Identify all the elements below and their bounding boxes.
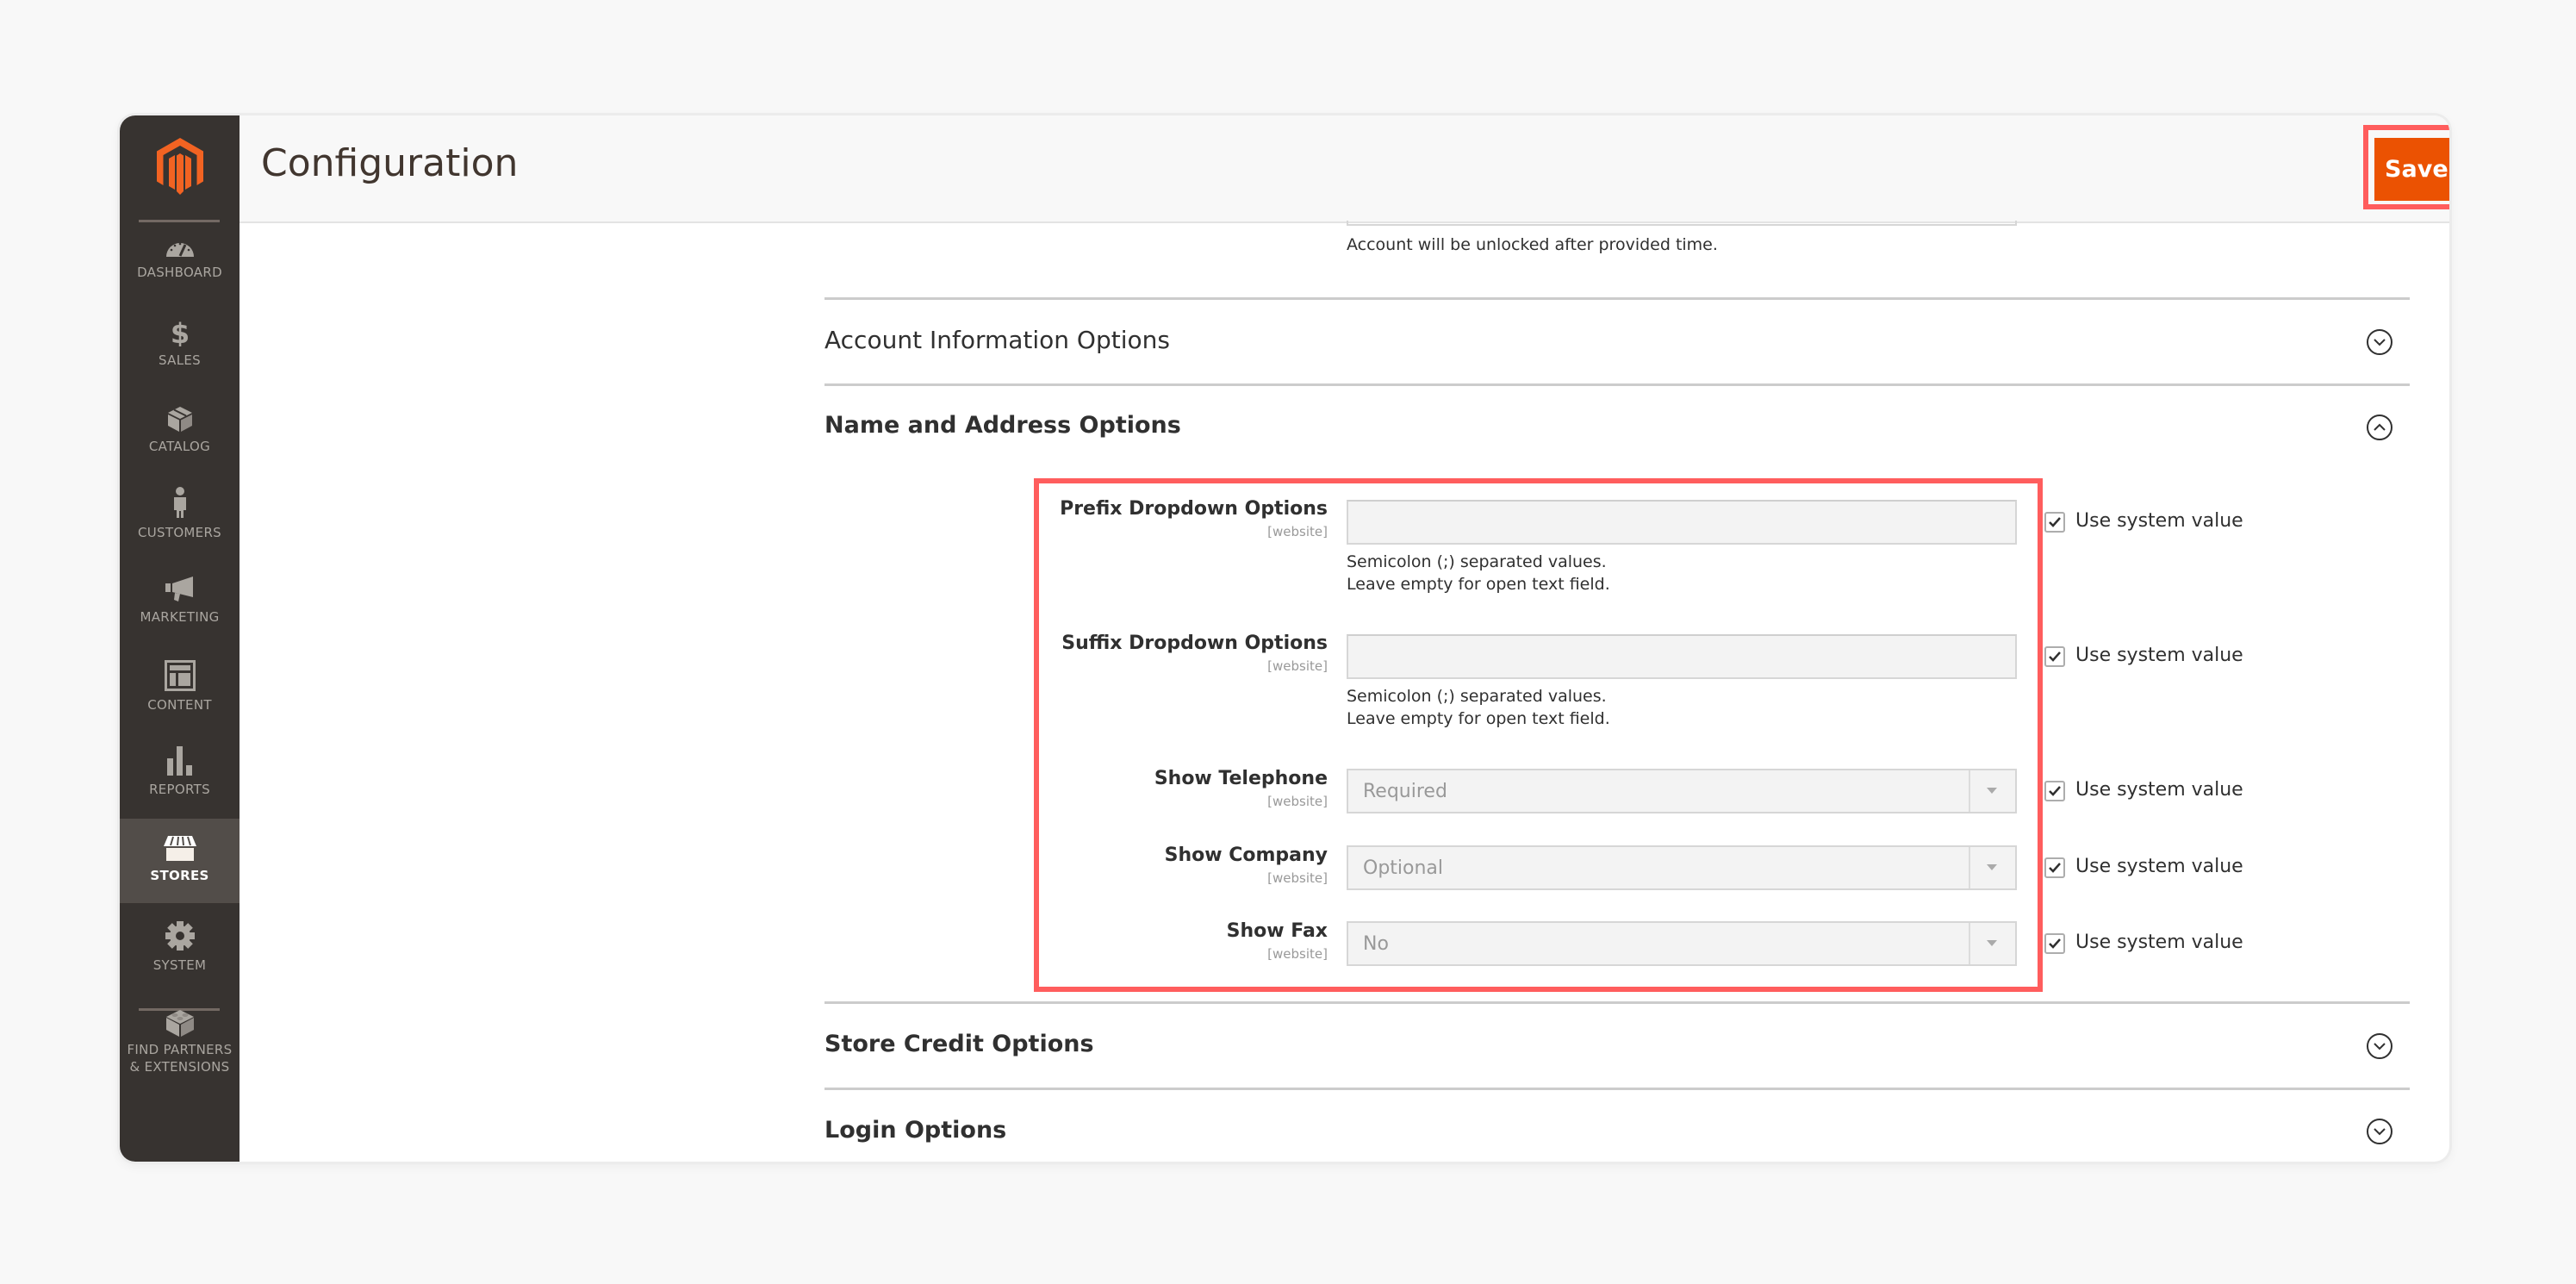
checkmark-icon bbox=[2049, 938, 2061, 949]
suffix-note-2: Leave empty for open text field. bbox=[1347, 709, 1610, 728]
config-content: Account will be unlocked after provided … bbox=[120, 115, 2449, 1162]
telephone-scope-label: [website] bbox=[1267, 794, 1328, 809]
caret-down-icon bbox=[1987, 940, 1997, 946]
chevron-down-icon[interactable] bbox=[2365, 1032, 2394, 1061]
checkmark-icon bbox=[2049, 863, 2061, 873]
prefix-note-2: Leave empty for open text field. bbox=[1347, 575, 1610, 594]
caret-down-icon bbox=[1987, 788, 1997, 794]
checkmark-icon bbox=[2049, 786, 2061, 796]
show-fax-label: Show Fax bbox=[1226, 920, 1328, 942]
admin-window: DASHBOARD $ SALES CATALOG CUSTOMERS MARK… bbox=[120, 115, 2449, 1162]
chevron-up-icon[interactable] bbox=[2365, 413, 2394, 442]
suffix-note-1: Semicolon (;) separated values. bbox=[1347, 687, 1607, 706]
lockout-note: Account will be unlocked after provided … bbox=[1347, 235, 1718, 254]
prefix-note-1: Semicolon (;) separated values. bbox=[1347, 552, 1607, 571]
company-use-system-value-checkbox[interactable] bbox=[2044, 857, 2065, 878]
section-name-and-address[interactable]: Name and Address Options bbox=[824, 412, 1181, 439]
checkmark-icon bbox=[2049, 651, 2061, 662]
section-divider bbox=[824, 1001, 2410, 1004]
show-company-value: Optional bbox=[1363, 857, 1444, 879]
dropdown-button[interactable] bbox=[1969, 770, 2015, 812]
show-fax-select[interactable]: No bbox=[1347, 921, 2017, 966]
chevron-down-icon[interactable] bbox=[2365, 1117, 2394, 1146]
fax-scope-label: [website] bbox=[1267, 946, 1328, 962]
checkmark-icon bbox=[2049, 517, 2061, 527]
caret-down-icon bbox=[1987, 864, 1997, 870]
dropdown-button[interactable] bbox=[1969, 847, 2015, 888]
show-telephone-label: Show Telephone bbox=[1154, 768, 1328, 789]
telephone-use-system-value-checkbox[interactable] bbox=[2044, 781, 2065, 801]
show-telephone-select[interactable]: Required bbox=[1347, 769, 2017, 813]
telephone-use-system-value-label[interactable]: Use system value bbox=[2075, 779, 2243, 801]
section-divider bbox=[824, 297, 2410, 300]
chevron-down-icon[interactable] bbox=[2365, 327, 2394, 357]
section-store-credit[interactable]: Store Credit Options bbox=[824, 1031, 1094, 1057]
dropdown-button[interactable] bbox=[1969, 923, 2015, 964]
suffix-scope-label: [website] bbox=[1267, 658, 1328, 674]
show-company-label: Show Company bbox=[1164, 845, 1328, 866]
suffix-use-system-value-label[interactable]: Use system value bbox=[2075, 645, 2243, 666]
section-divider bbox=[824, 1088, 2410, 1090]
company-scope-label: [website] bbox=[1267, 870, 1328, 886]
fax-use-system-value-label[interactable]: Use system value bbox=[2075, 932, 2243, 953]
section-login-options[interactable]: Login Options bbox=[824, 1117, 1006, 1144]
suffix-dropdown-options-input[interactable] bbox=[1347, 634, 2017, 679]
prefix-use-system-value-checkbox[interactable] bbox=[2044, 512, 2065, 533]
prefix-scope-label: [website] bbox=[1267, 524, 1328, 539]
fax-use-system-value-checkbox[interactable] bbox=[2044, 933, 2065, 954]
section-divider bbox=[824, 383, 2410, 386]
show-telephone-value: Required bbox=[1363, 781, 1447, 802]
prefix-dropdown-options-input[interactable] bbox=[1347, 500, 2017, 545]
show-company-select[interactable]: Optional bbox=[1347, 845, 2017, 890]
prefix-use-system-value-label[interactable]: Use system value bbox=[2075, 510, 2243, 532]
prefix-dropdown-options-label: Prefix Dropdown Options bbox=[1060, 498, 1328, 520]
suffix-use-system-value-checkbox[interactable] bbox=[2044, 646, 2065, 667]
suffix-dropdown-options-label: Suffix Dropdown Options bbox=[1061, 633, 1328, 654]
lockout-duration-input[interactable] bbox=[1347, 221, 2017, 226]
section-account-information[interactable]: Account Information Options bbox=[824, 326, 1170, 354]
show-fax-value: No bbox=[1363, 933, 1389, 955]
company-use-system-value-label[interactable]: Use system value bbox=[2075, 856, 2243, 877]
